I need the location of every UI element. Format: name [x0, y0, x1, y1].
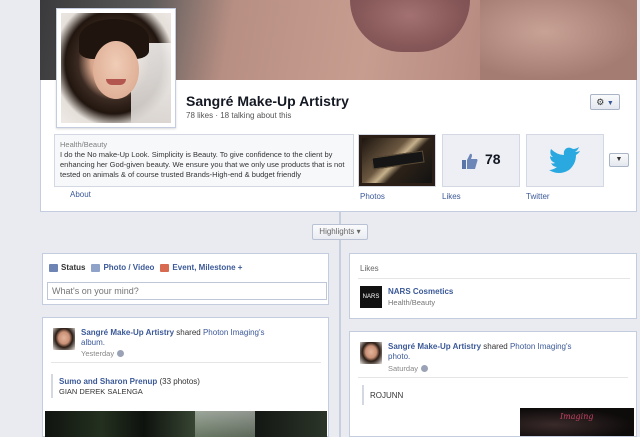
timeline-post: Sangré Make-Up Artistry shared Photon Im… [349, 331, 637, 437]
timeline-spine [339, 212, 341, 437]
smile [106, 79, 126, 85]
status-composer: Status Photo / Video Event, Milestone + [42, 253, 329, 305]
divider [358, 278, 630, 279]
post-author[interactable]: Sangré Make-Up Artistry [81, 328, 174, 337]
pencil-icon [49, 263, 58, 272]
quote-bar [362, 385, 364, 405]
post-timestamp[interactable]: Saturday [388, 364, 429, 373]
profile-picture-image [61, 13, 171, 123]
avatar[interactable] [360, 342, 382, 364]
divider [358, 377, 628, 378]
cover-face-shade [480, 0, 637, 80]
photos-tile-label[interactable]: Photos [360, 192, 385, 201]
quote-bar [51, 374, 53, 398]
post-action: shared [481, 342, 510, 351]
tab-event-milestone[interactable]: Event, Milestone + [160, 263, 242, 272]
likes-heading: Likes [360, 264, 379, 273]
globe-icon [421, 365, 429, 372]
post-action: shared [174, 328, 203, 337]
highlights-dropdown[interactable]: Highlights ▾ [312, 224, 368, 240]
album-count: (33 photos) [157, 377, 200, 386]
photos-tile[interactable] [358, 134, 436, 187]
page-title[interactable]: Sangré Make-Up Artistry [186, 93, 349, 109]
post-header: Sangré Make-Up Artistry shared Photon Im… [81, 328, 321, 348]
about-text: I do the No make-Up Look. Simplicity is … [60, 150, 345, 179]
album-title: Sumo and Sharon Prenup (33 photos) [59, 377, 200, 386]
likes-count: 78 [485, 151, 501, 167]
chevron-down-icon: ▼ [606, 100, 614, 107]
chevron-down-icon: ▼ [615, 156, 623, 163]
status-input[interactable] [47, 282, 327, 300]
photos-tile-image [362, 138, 432, 183]
album-photo[interactable] [45, 411, 327, 437]
tab-status-label: Status [61, 263, 86, 272]
chevron-down-icon: ▾ [356, 227, 361, 236]
about-box: Health/Beauty I do the No make-Up Look. … [54, 134, 354, 187]
post-header: Sangré Make-Up Artistry shared Photon Im… [388, 342, 628, 362]
likes-tile-label[interactable]: Likes [442, 192, 461, 201]
tab-event-milestone-label: Event, Milestone + [172, 263, 243, 272]
divider [51, 362, 321, 363]
tab-photo-video-label: Photo / Video [103, 263, 155, 272]
album-name[interactable]: Sumo and Sharon Prenup [59, 377, 157, 386]
timeline-page: Sangré Make-Up Artistry 78 likes · 18 ta… [40, 0, 640, 437]
composer-tabs: Status Photo / Video Event, Milestone + [49, 263, 242, 272]
twitter-bird-icon [549, 147, 580, 173]
avatar[interactable] [53, 328, 75, 350]
post-timestamp[interactable]: Yesterday [81, 349, 125, 358]
gear-icon: ⚙ [596, 97, 605, 107]
tab-status[interactable]: Status [49, 263, 85, 272]
shared-photo[interactable]: Imaging [520, 408, 634, 436]
profile-picture[interactable] [56, 8, 176, 128]
post-source[interactable]: Photon Imaging's [510, 342, 572, 351]
timestamp-label: Saturday [388, 364, 419, 373]
highlights-label: Highlights [319, 227, 355, 236]
about-category: Health/Beauty [60, 140, 108, 149]
post-source[interactable]: Photon Imaging's [203, 328, 265, 337]
globe-icon [117, 350, 125, 357]
photo-caption: ROJUNN [370, 391, 404, 400]
business-card [371, 150, 425, 170]
cover-lips [350, 0, 470, 52]
timestamp-label: Yesterday [81, 349, 115, 358]
settings-button[interactable]: ⚙ ▼ [590, 94, 620, 110]
about-link[interactable]: About [70, 190, 91, 199]
post-object[interactable]: photo. [388, 352, 410, 361]
photo-watermark: Imaging [560, 412, 594, 421]
post-author[interactable]: Sangré Make-Up Artistry [388, 342, 481, 351]
more-apps-button[interactable]: ▼ [609, 153, 629, 167]
post-object[interactable]: album. [81, 338, 105, 347]
twitter-tile[interactable] [526, 134, 604, 187]
liked-page-category: Health/Beauty [388, 298, 436, 307]
timeline-post: Sangré Make-Up Artistry shared Photon Im… [42, 317, 329, 437]
face [93, 41, 139, 99]
likes-tile[interactable]: 78 [442, 134, 520, 187]
liked-page-name[interactable]: NARS Cosmetics [388, 287, 453, 296]
page-stats: 78 likes · 18 talking about this [186, 111, 292, 120]
tab-photo-video[interactable]: Photo / Video [91, 263, 154, 272]
camera-icon [91, 263, 101, 272]
album-subtitle: GIAN DEREK SALENGA [59, 387, 143, 396]
twitter-tile-label[interactable]: Twitter [526, 192, 550, 201]
album-photo-highlight [195, 411, 255, 437]
thumbs-up-icon [462, 153, 478, 169]
calendar-icon [160, 263, 170, 272]
nars-logo[interactable]: NARS [360, 286, 382, 308]
likes-box: Likes NARS NARS Cosmetics Health/Beauty [349, 253, 637, 319]
